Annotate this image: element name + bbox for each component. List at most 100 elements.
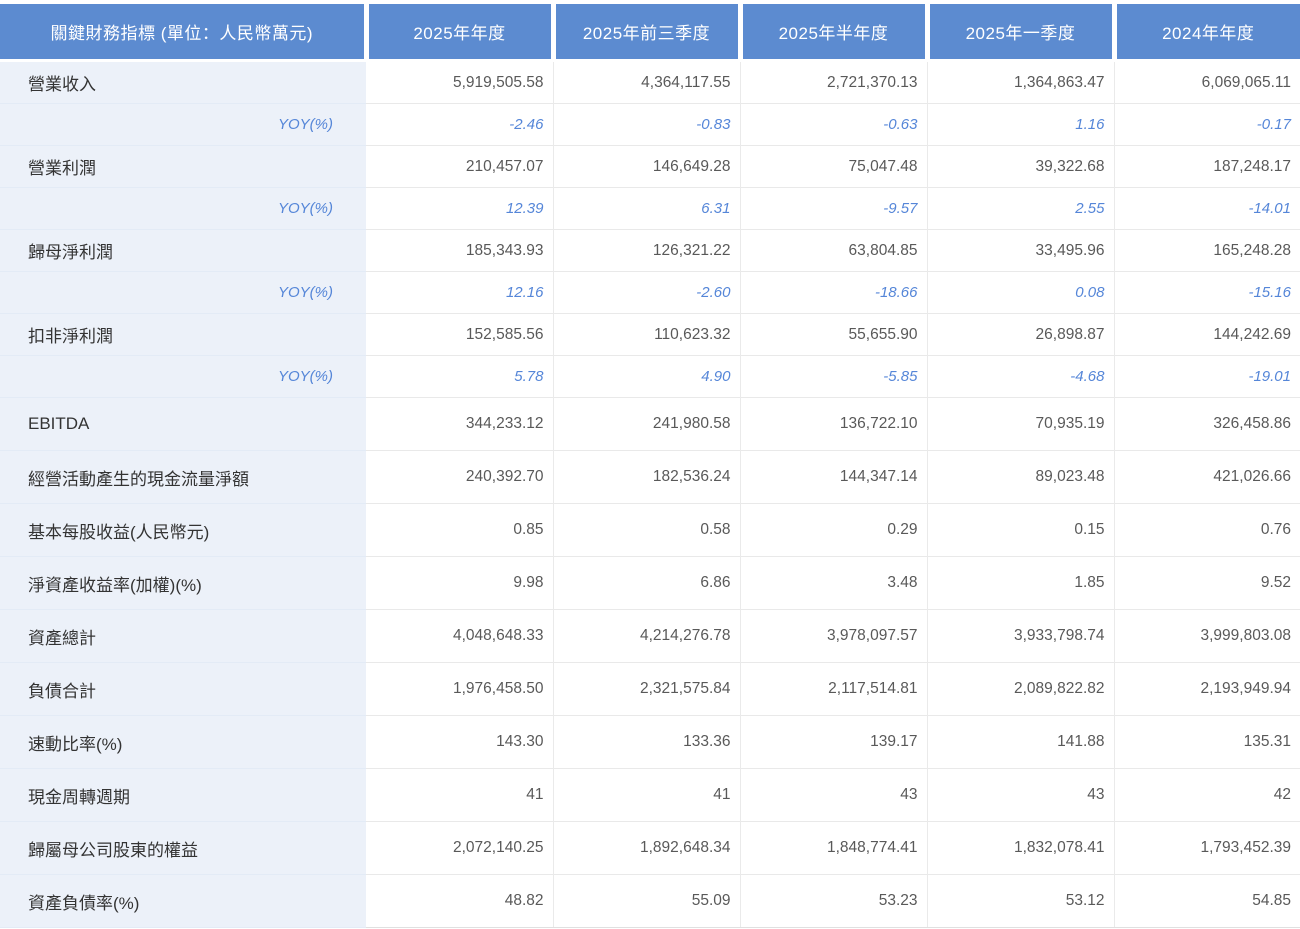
value-cell: 75,047.48 <box>739 145 927 188</box>
value-cell: 126,321.22 <box>552 229 740 272</box>
value-cell: 70,935.19 <box>926 397 1114 451</box>
value-cell: 0.58 <box>552 503 740 557</box>
value-cell: 185,343.93 <box>366 229 553 272</box>
value-cell: 240,392.70 <box>366 450 553 504</box>
metric-row: 營業收入 5,919,505.58 4,364,117.55 2,721,370.13… <box>0 60 1300 104</box>
metric-row: 營業利潤 210,457.07 146,649.28 75,047.48 39,322.… <box>0 145 1300 188</box>
yoy-value-cell: 4.90 <box>552 355 740 398</box>
value-cell: 144,347.14 <box>739 450 927 504</box>
yoy-value-cell: -19.01 <box>1113 355 1300 398</box>
metric-row: 基本每股收益(人民幣元) 0.85 0.58 0.29 0.15 0.76 <box>0 503 1300 557</box>
value-cell: 48.82 <box>366 874 553 928</box>
value-cell: 4,364,117.55 <box>552 60 740 104</box>
value-cell: 139.17 <box>739 715 927 769</box>
metric-row-label: 資產負債率(%) <box>0 874 366 928</box>
value-cell: 2,193,949.94 <box>1113 662 1300 716</box>
value-cell: 1,848,774.41 <box>739 821 927 875</box>
value-cell: 54.85 <box>1113 874 1300 928</box>
value-cell: 110,623.32 <box>552 313 740 356</box>
value-cell: 9.52 <box>1113 556 1300 610</box>
value-cell: 6,069,065.11 <box>1113 60 1300 104</box>
metric-row: 經營活動產生的現金流量淨額 240,392.70 182,536.24 144,347… <box>0 450 1300 504</box>
metric-row: 現金周轉週期 41 41 43 43 42 <box>0 768 1300 822</box>
metric-row: 歸屬母公司股東的權益 2,072,140.25 1,892,648.34 1,848,… <box>0 821 1300 875</box>
value-cell: 135.31 <box>1113 715 1300 769</box>
metric-row: 扣非淨利潤 152,585.56 110,623.32 55,655.90 26,898… <box>0 313 1300 356</box>
yoy-value-cell: 1.16 <box>926 103 1114 146</box>
yoy-value-cell: -15.16 <box>1113 271 1300 314</box>
value-cell: 3.48 <box>739 556 927 610</box>
value-cell: 2,321,575.84 <box>552 662 740 716</box>
value-cell: 4,048,648.33 <box>366 609 553 663</box>
metric-row-label: 歸母淨利潤 <box>0 229 366 272</box>
yoy-value-cell: 12.39 <box>366 187 553 230</box>
yoy-value-cell: 6.31 <box>552 187 740 230</box>
value-cell: 55.09 <box>552 874 740 928</box>
value-cell: 165,248.28 <box>1113 229 1300 272</box>
yoy-row: YOY(%) 5.78 4.90 -5.85 -4.68 -19.01 <box>0 355 1300 398</box>
value-cell: 5,919,505.58 <box>366 60 553 104</box>
yoy-row: YOY(%) 12.16 -2.60 -18.66 0.08 -15.16 <box>0 271 1300 314</box>
yoy-row-label: YOY(%) <box>0 271 366 314</box>
column-header-2025-half: 2025年半年度 <box>737 0 927 62</box>
value-cell: 1,976,458.50 <box>366 662 553 716</box>
yoy-value-cell: -5.85 <box>739 355 927 398</box>
value-cell: 9.98 <box>366 556 553 610</box>
metric-row: 淨資產收益率(加權)(%) 9.98 6.86 3.48 1.85 9.52 <box>0 556 1300 610</box>
value-cell: 0.29 <box>739 503 927 557</box>
yoy-value-cell: 12.16 <box>366 271 553 314</box>
table-header-row: 關鍵財務指標 (單位：人民幣萬元) 2025年年度 2025年前三季度 2025… <box>0 0 1300 62</box>
value-cell: 187,248.17 <box>1113 145 1300 188</box>
yoy-row-label: YOY(%) <box>0 187 366 230</box>
value-cell: 146,649.28 <box>552 145 740 188</box>
value-cell: 136,722.10 <box>739 397 927 451</box>
metric-row-label: 營業收入 <box>0 60 366 104</box>
value-cell: 63,804.85 <box>739 229 927 272</box>
value-cell: 0.15 <box>926 503 1114 557</box>
value-cell: 421,026.66 <box>1113 450 1300 504</box>
yoy-value-cell: -9.57 <box>739 187 927 230</box>
value-cell: 39,322.68 <box>926 145 1114 188</box>
column-header-2025-q3: 2025年前三季度 <box>550 0 740 62</box>
column-header-2024-annual: 2024年年度 <box>1111 0 1300 62</box>
value-cell: 1.85 <box>926 556 1114 610</box>
yoy-value-cell: -4.68 <box>926 355 1114 398</box>
value-cell: 1,832,078.41 <box>926 821 1114 875</box>
yoy-value-cell: -0.17 <box>1113 103 1300 146</box>
value-cell: 33,495.96 <box>926 229 1114 272</box>
yoy-value-cell: -2.60 <box>552 271 740 314</box>
value-cell: 3,999,803.08 <box>1113 609 1300 663</box>
value-cell: 43 <box>926 768 1114 822</box>
yoy-value-cell: -0.83 <box>552 103 740 146</box>
metric-row-label: 速動比率(%) <box>0 715 366 769</box>
value-cell: 26,898.87 <box>926 313 1114 356</box>
value-cell: 89,023.48 <box>926 450 1114 504</box>
metric-row-label: EBITDA <box>0 397 366 451</box>
value-cell: 43 <box>739 768 927 822</box>
financial-indicators-table: 關鍵財務指標 (單位：人民幣萬元) 2025年年度 2025年前三季度 2025… <box>0 0 1300 928</box>
value-cell: 0.76 <box>1113 503 1300 557</box>
financial-indicators-page: 關鍵財務指標 (單位：人民幣萬元) 2025年年度 2025年前三季度 2025… <box>0 0 1300 929</box>
yoy-value-cell: 5.78 <box>366 355 553 398</box>
metric-row: 負債合計 1,976,458.50 2,321,575.84 2,117,514.81… <box>0 662 1300 716</box>
value-cell: 241,980.58 <box>552 397 740 451</box>
value-cell: 326,458.86 <box>1113 397 1300 451</box>
metric-row-label: 資產總計 <box>0 609 366 663</box>
yoy-row-label: YOY(%) <box>0 103 366 146</box>
value-cell: 53.23 <box>739 874 927 928</box>
metric-row: 速動比率(%) 143.30 133.36 139.17 141.88 135.31 <box>0 715 1300 769</box>
value-cell: 3,978,097.57 <box>739 609 927 663</box>
metric-row-label: 扣非淨利潤 <box>0 313 366 356</box>
value-cell: 6.86 <box>552 556 740 610</box>
value-cell: 2,117,514.81 <box>739 662 927 716</box>
yoy-value-cell: 2.55 <box>926 187 1114 230</box>
yoy-row: YOY(%) -2.46 -0.83 -0.63 1.16 -0.17 <box>0 103 1300 146</box>
value-cell: 1,793,452.39 <box>1113 821 1300 875</box>
column-header-2025-q1: 2025年一季度 <box>924 0 1114 62</box>
value-cell: 1,892,648.34 <box>552 821 740 875</box>
metric-row-label: 淨資產收益率(加權)(%) <box>0 556 366 610</box>
value-cell: 2,721,370.13 <box>739 60 927 104</box>
metric-row: 資產總計 4,048,648.33 4,214,276.78 3,978,097.57… <box>0 609 1300 663</box>
yoy-value-cell: -18.66 <box>739 271 927 314</box>
metric-row: EBITDA 344,233.12 241,980.58 136,722.10 70,9… <box>0 397 1300 451</box>
